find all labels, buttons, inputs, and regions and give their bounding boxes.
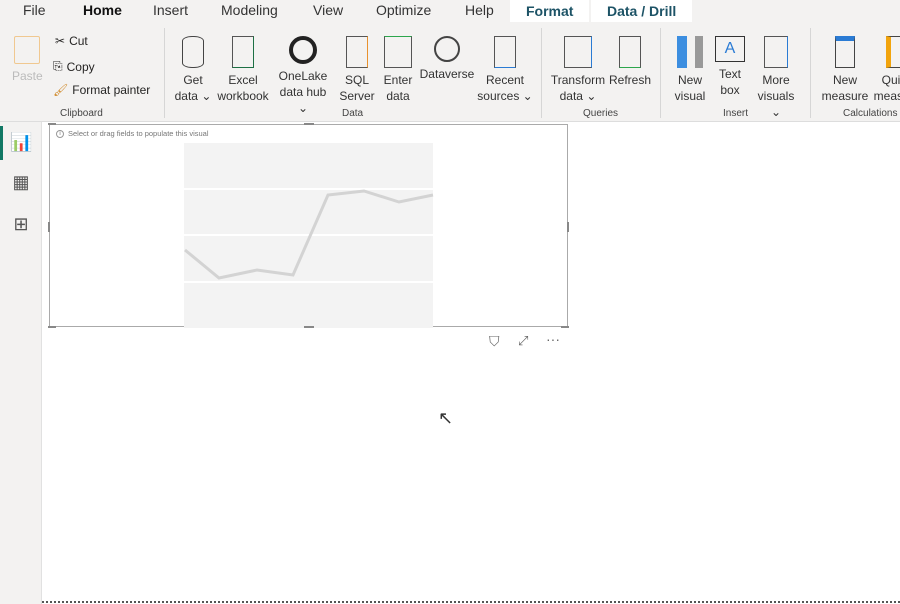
resize-handle[interactable] <box>304 123 314 125</box>
more-visuals-button[interactable]: More visuals ⌄ <box>751 36 801 120</box>
group-label-data: Data <box>342 108 364 119</box>
enter-data-button[interactable]: Enter data <box>380 36 416 104</box>
resize-handle[interactable] <box>567 222 569 232</box>
placeholder-chart <box>184 143 434 328</box>
tab-data-drill[interactable]: Data / Drill <box>591 0 693 24</box>
table-view-icon[interactable]: ▦ <box>10 172 32 194</box>
calculator-icon <box>835 36 855 68</box>
report-view-icon[interactable]: 📊 <box>10 132 32 154</box>
recent-sources-button[interactable]: Recent sources ⌄ <box>477 36 533 104</box>
tab-view[interactable]: View <box>313 2 343 18</box>
table-add-icon <box>384 36 412 68</box>
ribbon: Paste ✂ Cut ⎘ Copy 🖌 Format painter Clipboa… <box>0 22 900 122</box>
tab-insert[interactable]: Insert <box>153 2 188 18</box>
group-label-clipboard: Clipboard <box>60 108 103 119</box>
focus-mode-icon[interactable]: ⤢ <box>518 333 528 349</box>
more-visuals-icon <box>764 36 788 68</box>
quick-measure-icon <box>886 36 900 68</box>
excel-workbook-button[interactable]: Excel workbook <box>214 36 272 104</box>
tab-help[interactable]: Help <box>465 2 494 18</box>
resize-handle[interactable] <box>48 222 50 232</box>
excel-icon <box>232 36 254 68</box>
resize-handle[interactable] <box>48 123 56 125</box>
filter-icon[interactable]: ⛉ <box>489 333 500 350</box>
model-view-icon[interactable]: ⊞ <box>10 214 32 236</box>
page-boundary <box>42 601 900 603</box>
resize-handle[interactable] <box>561 326 569 328</box>
format-painter-button[interactable]: 🖌 Format painter <box>53 83 150 97</box>
divider <box>810 28 811 118</box>
dataverse-button[interactable]: Dataverse <box>418 36 476 82</box>
transform-icon <box>564 36 592 68</box>
brush-icon: 🖌 <box>53 83 69 97</box>
more-options-icon[interactable]: ··· <box>546 331 560 347</box>
resize-handle[interactable] <box>48 326 56 328</box>
quick-measure-button[interactable]: Quickmeasure <box>870 36 900 104</box>
copy-button[interactable]: ⎘ Copy <box>53 59 95 74</box>
text-box-button[interactable]: A Text box <box>712 36 748 98</box>
tab-modeling[interactable]: Modeling <box>221 2 278 18</box>
database-icon <box>182 36 204 68</box>
new-measure-button[interactable]: New measure <box>818 36 872 104</box>
tab-file[interactable]: File <box>23 2 46 18</box>
paste-button[interactable]: Paste <box>12 36 43 84</box>
onelake-icon <box>289 36 317 64</box>
divider <box>660 28 661 118</box>
group-label-calculations: Calculations <box>843 108 898 119</box>
sql-server-button[interactable]: SQL Server <box>338 36 376 104</box>
mouse-cursor-icon: ↖ <box>438 408 454 428</box>
sql-server-icon <box>346 36 368 68</box>
ribbon-tabs: File Home Insert Modeling View Optimize … <box>0 0 900 24</box>
view-switcher: 📊 ▦ ⊞ <box>0 122 42 604</box>
get-data-button[interactable]: Get data ⌄ <box>174 36 212 104</box>
copy-icon: ⎘ <box>53 59 63 73</box>
recent-sources-icon <box>494 36 516 68</box>
tab-format[interactable]: Format <box>510 0 590 24</box>
empty-line-chart-visual[interactable]: i Select or drag fields to populate this … <box>48 123 569 328</box>
resize-handle[interactable] <box>304 326 314 328</box>
refresh-icon <box>619 36 641 68</box>
text-box-icon: A <box>715 36 745 62</box>
paste-icon <box>14 36 41 64</box>
active-indicator <box>0 126 3 160</box>
dataverse-icon <box>434 36 460 62</box>
new-visual-button[interactable]: New visual <box>670 36 710 104</box>
scissors-icon: ✂ <box>55 34 66 48</box>
onelake-data-hub-button[interactable]: OneLake data hub ⌄ <box>273 36 333 116</box>
refresh-button[interactable]: Refresh <box>608 36 652 88</box>
divider <box>541 28 542 118</box>
cut-button[interactable]: ✂ Cut <box>55 34 88 48</box>
tab-home[interactable]: Home <box>83 2 122 24</box>
tab-optimize[interactable]: Optimize <box>376 2 431 18</box>
group-label-insert: Insert <box>723 108 749 119</box>
divider <box>164 28 165 118</box>
new-visual-icon <box>677 36 703 68</box>
group-label-queries: Queries <box>583 108 619 119</box>
transform-data-button[interactable]: Transform data ⌄ <box>549 36 607 104</box>
